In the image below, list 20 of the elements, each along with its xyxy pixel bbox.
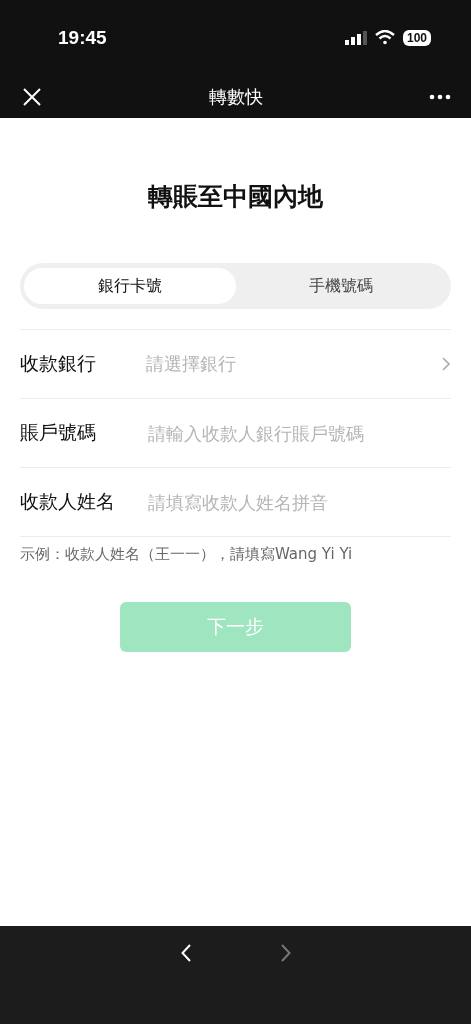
close-icon[interactable] (22, 86, 42, 107)
tab[interactable]: 手機號碼 (235, 268, 447, 304)
more-icon[interactable] (429, 93, 451, 100)
field-label: 收款人姓名 (20, 489, 116, 514)
wifi-icon (374, 30, 395, 45)
chevron-icon (441, 356, 451, 372)
forward-chevron-icon (280, 944, 291, 962)
nav-title: 轉數快 (208, 84, 263, 109)
field-label: 賬戶號碼 (20, 420, 97, 445)
input-field[interactable]: 請輸入收款人銀行賬戶號碼 (146, 421, 451, 445)
battery-level: 100 (402, 29, 431, 46)
signal-icon (344, 30, 367, 45)
page-heading: 轉賬至中國內地 (148, 181, 323, 213)
input-field[interactable]: 請填寫收款人姓名拼音 (146, 490, 451, 514)
back-button[interactable] (180, 944, 191, 962)
status-time: 19:45 (58, 26, 107, 49)
field-label: 收款銀行 (20, 351, 97, 376)
hint-text: 示例：收款人姓名（王一一），請填寫Wang Yi Yi (20, 536, 451, 564)
tab[interactable]: 銀行卡號 (24, 268, 236, 304)
back-chevron-icon (180, 944, 191, 962)
